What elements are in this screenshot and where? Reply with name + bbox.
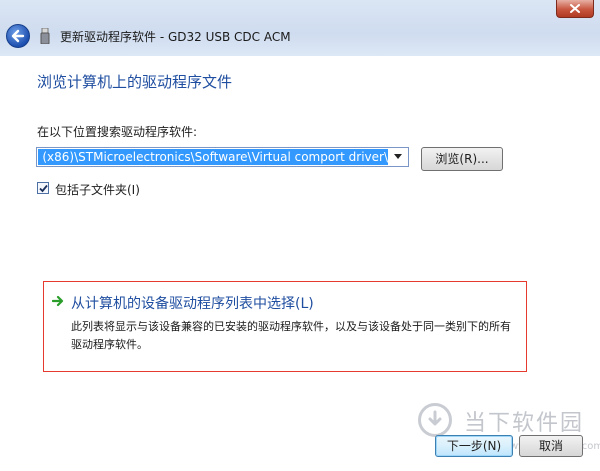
- usb-device-icon: [40, 28, 50, 44]
- include-subfolders-label[interactable]: 包括子文件夹(I): [55, 181, 140, 198]
- path-combobox[interactable]: es (x86)\STMicroelectronics\Software\Vir…: [36, 147, 409, 167]
- window-title: 更新驱动程序软件 - GD32 USB CDC ACM: [60, 30, 291, 44]
- next-button[interactable]: 下一步(N): [435, 435, 513, 457]
- watermark-text: 当下软件园: [464, 411, 585, 436]
- page-heading: 浏览计算机上的驱动程序文件: [37, 73, 233, 91]
- path-dropdown-button[interactable]: [389, 149, 407, 165]
- checkmark-icon: [39, 184, 48, 193]
- title-bar: 更新驱动程序软件 - GD32 USB CDC ACM: [0, 0, 600, 56]
- browse-button[interactable]: 浏览(R)...: [421, 147, 503, 171]
- cancel-button[interactable]: 取消: [519, 435, 583, 457]
- include-subfolders-checkbox[interactable]: [37, 182, 49, 194]
- dialog-content: 浏览计算机上的驱动程序文件 在以下位置搜索驱动程序软件: es (x86)\ST…: [0, 56, 600, 471]
- back-arrow-icon: [11, 29, 25, 43]
- close-button[interactable]: [556, 0, 594, 18]
- path-input[interactable]: es (x86)\STMicroelectronics\Software\Vir…: [38, 149, 388, 165]
- choose-from-list-description: 此列表将显示与该设备兼容的已安装的驱动程序软件，以及与该设备处于同一类别下的所有…: [71, 320, 511, 351]
- close-icon: [570, 4, 580, 13]
- download-logo-icon: [428, 410, 442, 426]
- green-arrow-icon: [52, 295, 64, 307]
- watermark-logo: [418, 403, 452, 437]
- back-button[interactable]: [6, 24, 30, 48]
- choose-from-list-link[interactable]: 从计算机的设备驱动程序列表中选择(L): [71, 293, 314, 313]
- chevron-down-icon: [394, 154, 402, 159]
- search-location-label: 在以下位置搜索驱动程序软件:: [37, 125, 198, 139]
